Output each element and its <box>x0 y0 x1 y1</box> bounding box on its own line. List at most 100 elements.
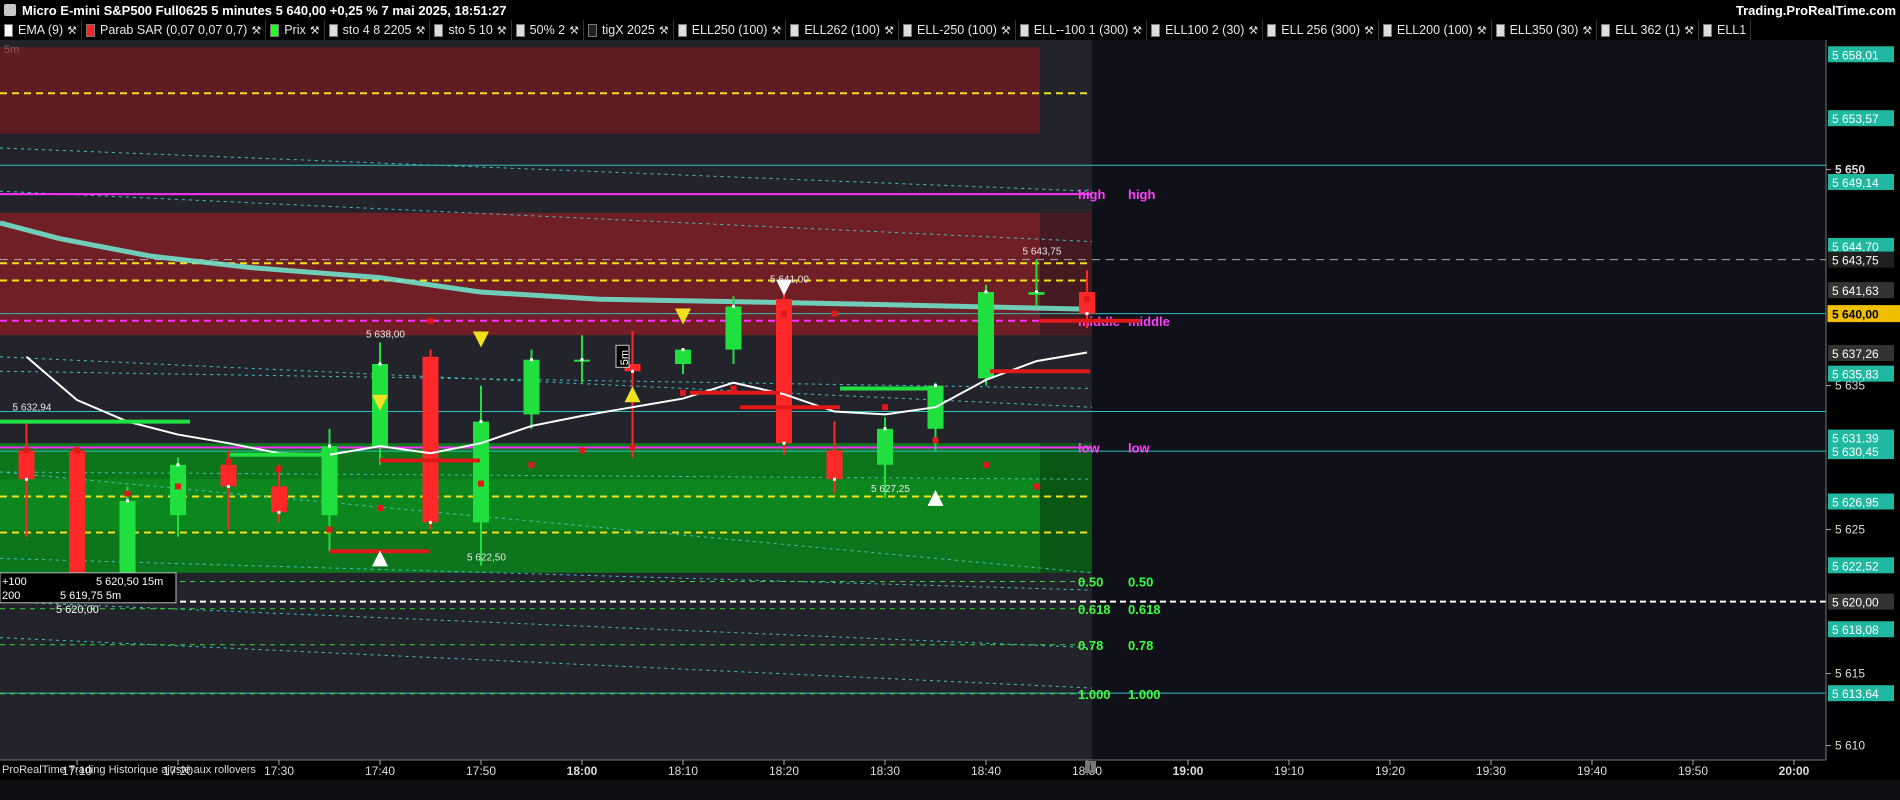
time-axis-tick-label: 19:10 <box>1274 764 1304 778</box>
wrench-icon[interactable]: ⚒ <box>1684 24 1694 37</box>
sar-dot <box>427 317 434 324</box>
price-tag-label: 5 626,95 <box>1832 496 1879 510</box>
legend-item[interactable]: ELL 362 (1) ⚒ <box>1597 20 1699 40</box>
sar-dot <box>781 310 787 317</box>
legend-item[interactable]: ELL200 (100) ⚒ <box>1379 20 1492 40</box>
legend-swatch <box>677 23 687 37</box>
legend-item[interactable]: Parab SAR (0,07 0,07 0,7) ⚒ <box>82 20 267 40</box>
legend-item[interactable]: ELL-250 (100) ⚒ <box>899 20 1016 40</box>
timeframe-marker-label: 5m <box>619 350 631 365</box>
time-axis-tick-label: 19:00 <box>1173 764 1204 778</box>
window-icon[interactable] <box>4 4 16 16</box>
sar-dot <box>225 458 232 465</box>
legend-label: sto 5 10 <box>448 23 493 37</box>
level-label-right: 0.78 <box>1128 638 1153 653</box>
wrench-icon[interactable]: ⚒ <box>1364 24 1374 37</box>
indicator-legend-bar: EMA (9) ⚒ Parab SAR (0,07 0,07 0,7) ⚒ Prix ⚒ s… <box>0 20 1900 40</box>
time-axis-tick-label: 17:40 <box>365 764 395 778</box>
wrench-icon[interactable]: ⚒ <box>497 24 507 37</box>
legend-item[interactable]: EMA (9) ⚒ <box>0 20 83 40</box>
price-tag-label: 5 618,08 <box>1832 623 1879 637</box>
legend-swatch <box>1601 23 1611 37</box>
wrench-icon[interactable]: ⚒ <box>659 24 669 37</box>
sar-dot <box>1084 296 1090 303</box>
candle-body <box>271 486 287 513</box>
legend-label: ELL 362 (1) <box>1615 23 1681 37</box>
candle-value-label: 5 627,25 <box>871 484 910 495</box>
wrench-icon[interactable]: ⚒ <box>1001 24 1011 37</box>
legend-item[interactable]: ELL--100 1 (300) ⚒ <box>1016 20 1148 40</box>
sar-dot <box>983 461 989 468</box>
legend-item[interactable]: Prix ⚒ <box>266 20 325 40</box>
sar-dot <box>326 526 333 533</box>
wrench-icon[interactable]: ⚒ <box>1477 24 1487 37</box>
info-box-label: 200 <box>2 590 20 602</box>
info-box-value: 5 620,00 <box>56 604 99 616</box>
legend-swatch <box>1495 23 1505 37</box>
candle-close-dot <box>732 304 735 308</box>
candle-close-dot <box>126 499 129 503</box>
legend-item[interactable]: ELL250 (100) ⚒ <box>674 20 787 40</box>
legend-label: Parab SAR (0,07 0,07 0,7) <box>100 23 248 37</box>
wrench-icon[interactable]: ⚒ <box>1248 24 1258 37</box>
legend-item[interactable]: ELL 256 (300) ⚒ <box>1263 20 1379 40</box>
legend-item[interactable]: ELL350 (30) ⚒ <box>1492 20 1598 40</box>
legend-label: tigX 2025 <box>602 23 655 37</box>
window-title: Micro E-mini S&P500 Full0625 5 minutes 5… <box>22 3 507 18</box>
sar-dot <box>1033 483 1040 490</box>
legend-item[interactable]: sto 5 10 ⚒ <box>430 20 512 40</box>
legend-swatch <box>515 23 525 37</box>
info-box-label: +100 <box>2 576 27 588</box>
legend-label: ELL200 (100) <box>1396 23 1473 37</box>
legend-label: EMA (9) <box>18 23 64 37</box>
price-tag-label: 5 622,52 <box>1832 559 1879 573</box>
level-label-right: 0.618 <box>1128 602 1161 617</box>
wrench-icon[interactable]: ⚒ <box>415 24 425 37</box>
price-tag-label: 5 635,83 <box>1832 368 1879 382</box>
wrench-icon[interactable]: ⚒ <box>251 24 261 37</box>
candle-close-dot <box>479 420 483 424</box>
legend-item[interactable]: sto 4 8 2205 ⚒ <box>325 20 431 40</box>
candle-body <box>473 421 489 523</box>
legend-swatch <box>790 23 800 37</box>
wrench-icon[interactable]: ⚒ <box>1132 24 1142 37</box>
legend-label: sto 4 8 2205 <box>342 23 412 37</box>
info-icon[interactable]: i <box>1085 761 1096 773</box>
legend-item[interactable]: ELL100 2 (30) ⚒ <box>1147 20 1264 40</box>
sar-dot <box>932 437 939 444</box>
time-axis-tick-label: 19:20 <box>1375 764 1405 778</box>
wrench-icon[interactable]: ⚒ <box>771 24 781 37</box>
price-chart[interactable]: highhighmiddlemiddlelowlow0.500.500.6180… <box>0 40 1900 780</box>
candle-body <box>675 349 691 364</box>
sar-dot <box>276 466 282 473</box>
time-axis-tick-label: 17:30 <box>264 764 294 778</box>
candle-value-label: 5 641,00 <box>770 275 809 286</box>
sar-dot <box>23 447 30 454</box>
level-label: 0.50 <box>1078 574 1103 589</box>
legend-label: ELL250 (100) <box>691 23 768 37</box>
legend-label: ELL100 2 (30) <box>1165 23 1245 37</box>
candle-value-label: 5 622,50 <box>467 553 506 564</box>
candle-body <box>826 450 843 480</box>
info-box-value: 5 619,75 5m <box>60 590 121 602</box>
wrench-icon[interactable]: ⚒ <box>1582 24 1592 37</box>
sar-dot <box>882 404 888 411</box>
candle-close-dot <box>429 520 432 524</box>
legend-swatch <box>1702 23 1712 37</box>
candle-close-dot <box>580 358 584 362</box>
legend-item[interactable]: ELL262 (100) ⚒ <box>786 20 899 40</box>
wrench-icon[interactable]: ⚒ <box>569 24 579 37</box>
candle-close-dot <box>25 477 28 481</box>
wrench-icon[interactable]: ⚒ <box>884 24 894 37</box>
wrench-icon[interactable]: ⚒ <box>67 24 77 37</box>
brand-link[interactable]: Trading.ProRealTime.com <box>1736 3 1896 18</box>
legend-item[interactable]: tigX 2025 ⚒ <box>584 20 674 40</box>
legend-label: ELL262 (100) <box>804 23 881 37</box>
candle-body <box>422 356 439 523</box>
legend-swatch <box>902 23 912 37</box>
price-tag-label: 5 653,57 <box>1832 112 1879 126</box>
legend-item[interactable]: 50% 2 ⚒ <box>512 20 584 40</box>
wrench-icon[interactable]: ⚒ <box>310 24 320 37</box>
legend-item[interactable]: ELL1 <box>1699 20 1752 40</box>
legend-label: 50% 2 <box>529 23 566 37</box>
